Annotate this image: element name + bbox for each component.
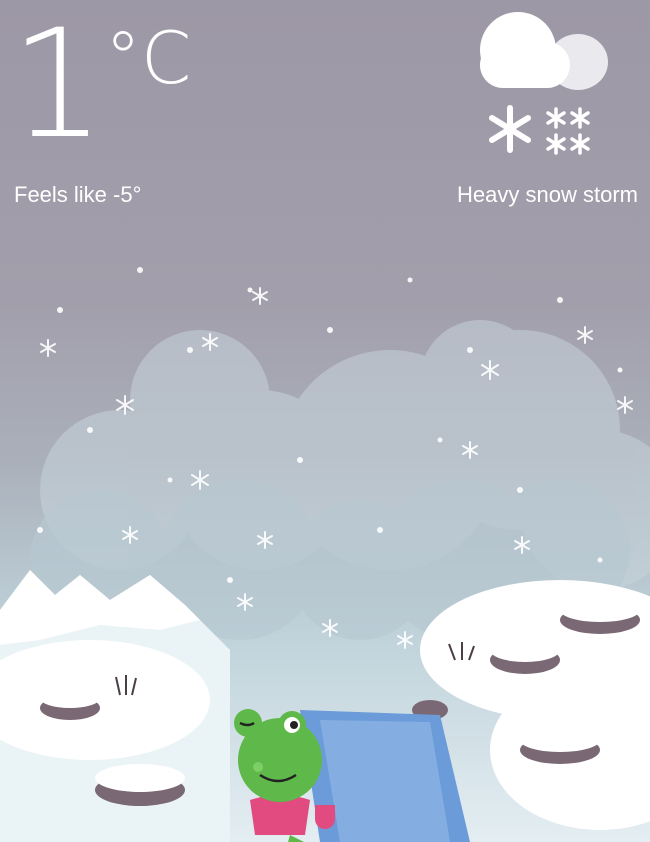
cloud-snow-icon xyxy=(480,12,608,155)
temperature-unit: °C xyxy=(105,16,192,100)
winter-scene-illustration xyxy=(0,267,650,842)
feels-like-label: Feels like -5° xyxy=(14,182,142,207)
temperature-value: 1 xyxy=(10,0,105,172)
condition-label: Heavy snow storm xyxy=(457,182,638,207)
temperature-display: 1 °C xyxy=(10,0,191,172)
